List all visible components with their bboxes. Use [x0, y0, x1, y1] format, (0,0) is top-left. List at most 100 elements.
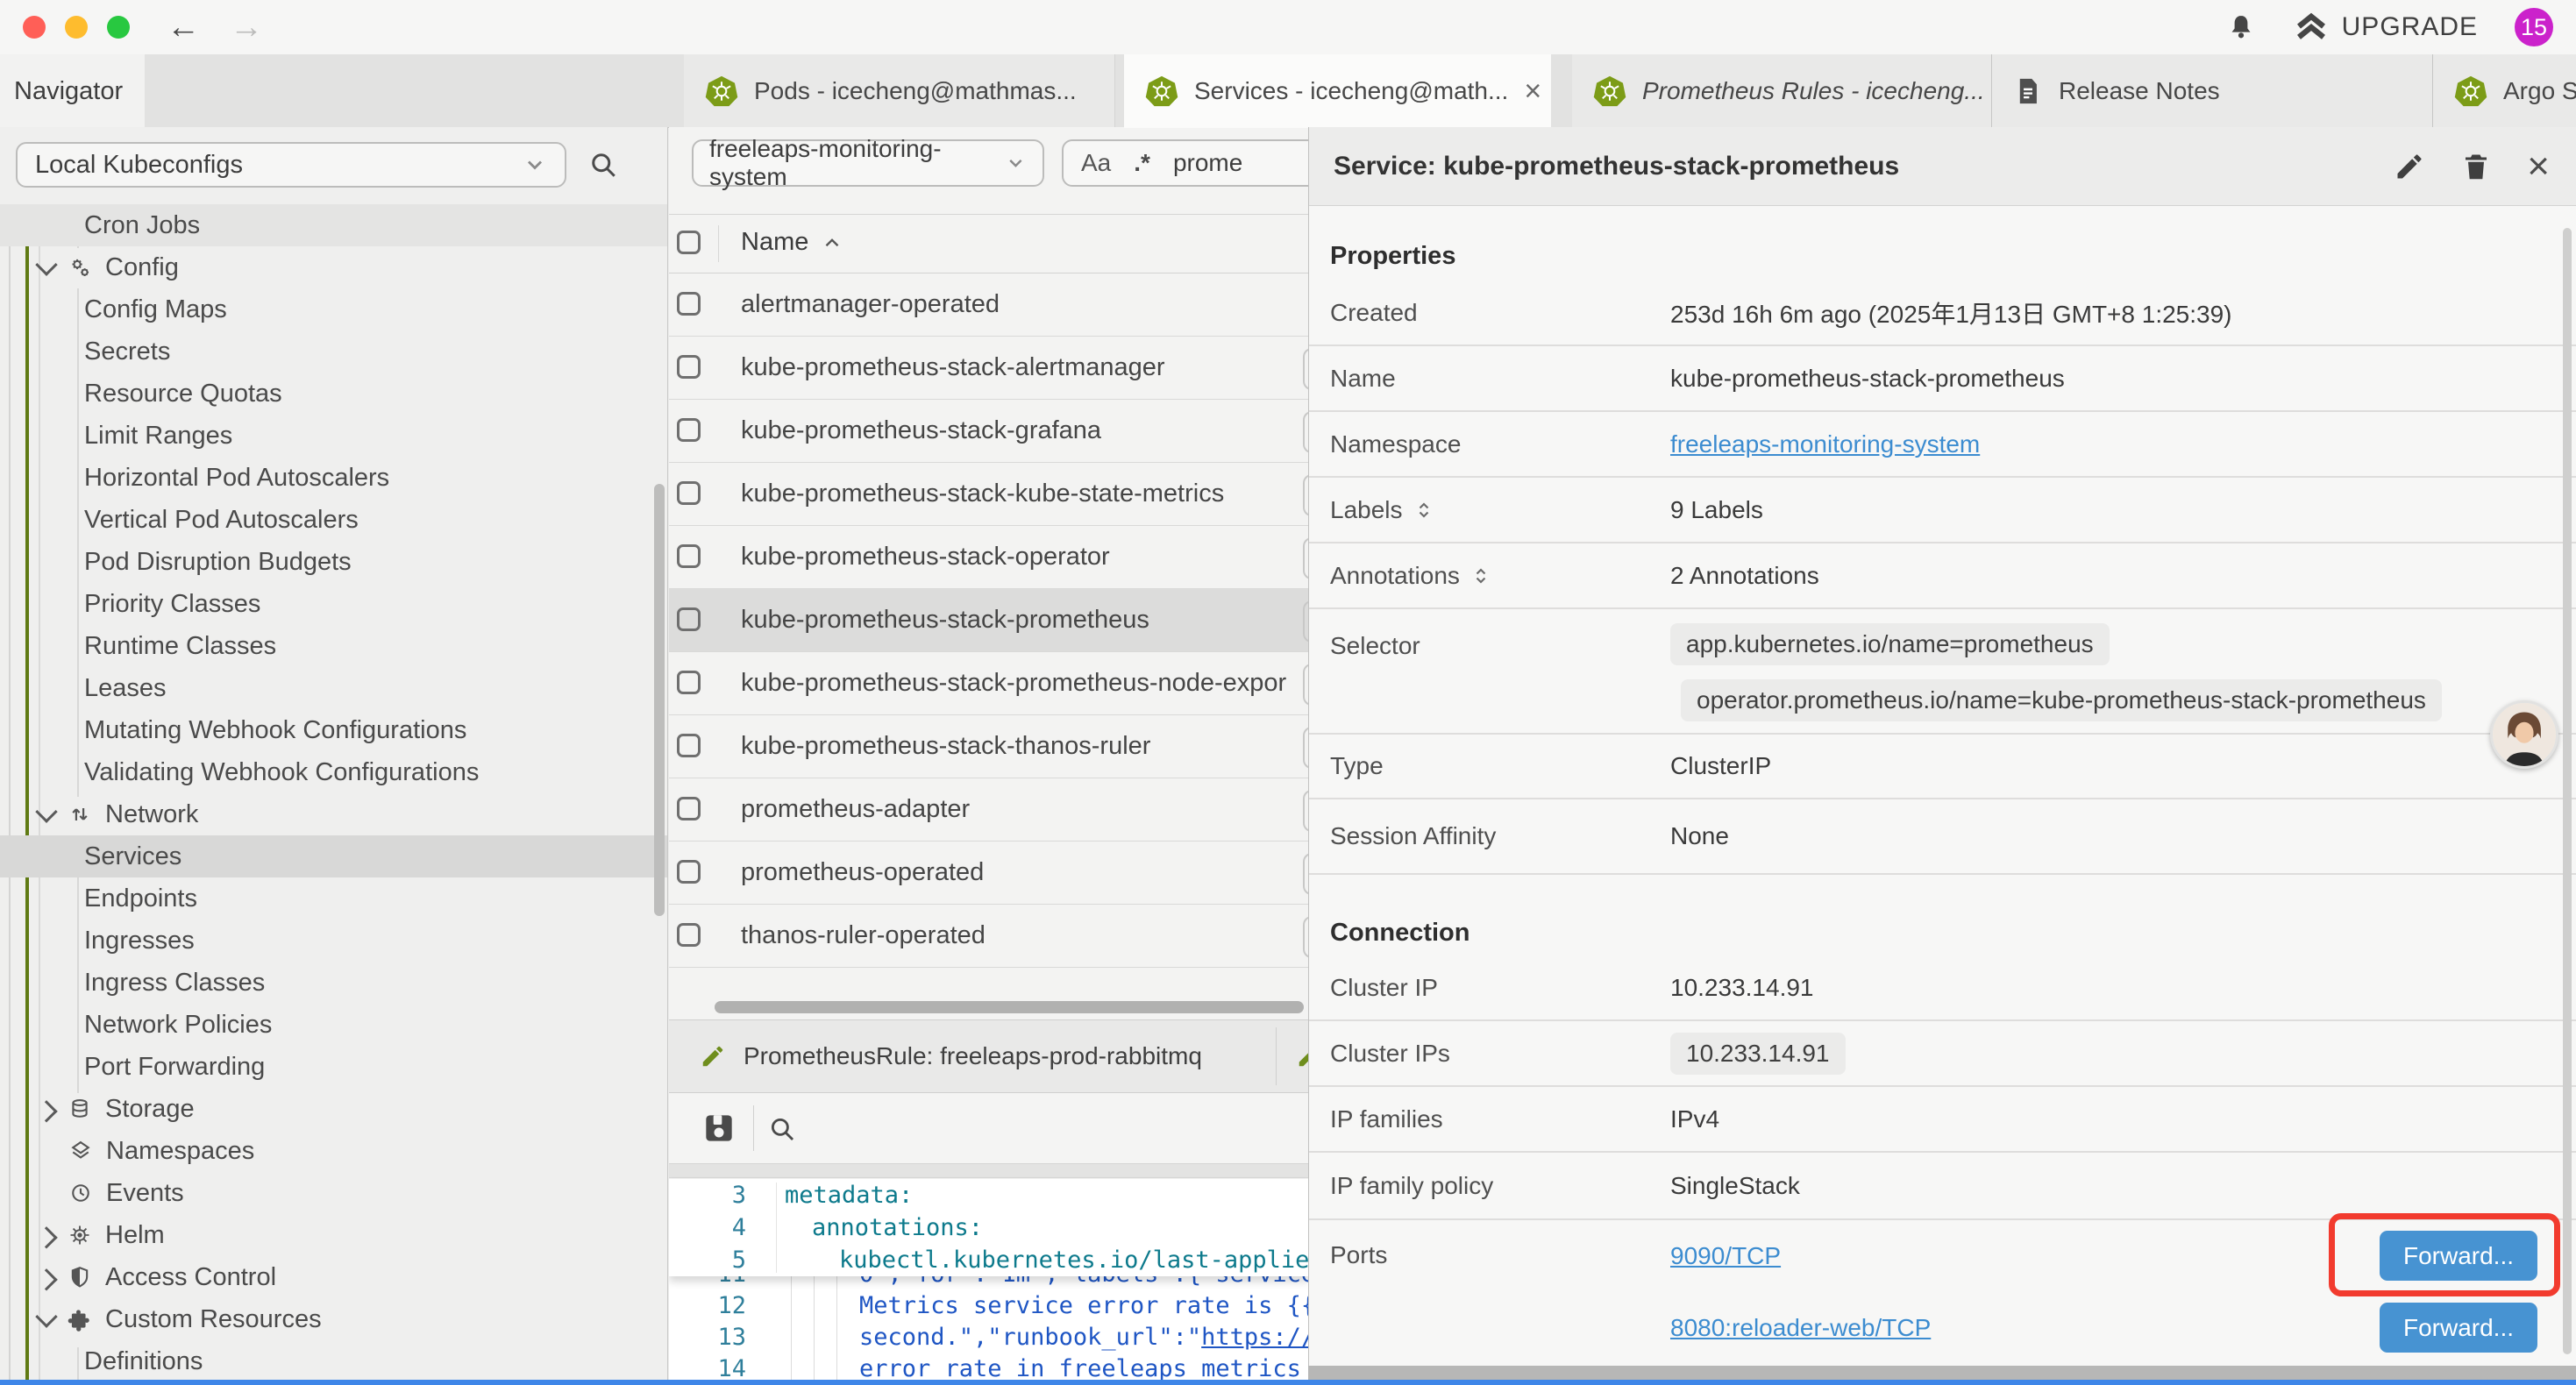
sidebar-item-ingresses[interactable]: Ingresses [0, 920, 667, 962]
forward-button[interactable]: Forward... [2380, 1303, 2537, 1353]
table-row[interactable]: kube-prometheus-stack-alertmanager [669, 337, 1308, 400]
port-link[interactable]: 8080:reloader-web/TCP [1670, 1314, 1931, 1342]
row-checkbox[interactable] [677, 544, 701, 568]
chevron-right-icon[interactable] [35, 1100, 57, 1122]
table-row-selected[interactable]: kube-prometheus-stack-prometheus [669, 589, 1308, 652]
notification-count-badge[interactable]: 15 [2515, 8, 2553, 46]
chevron-down-icon[interactable] [35, 1305, 57, 1327]
detail-panel-scrollbar[interactable] [2563, 228, 2572, 1354]
tab-release-notes[interactable]: Release Notes [1991, 54, 2432, 127]
case-sensitive-toggle[interactable]: Aa [1081, 149, 1111, 177]
chevron-right-icon[interactable] [35, 1268, 57, 1290]
chevron-right-icon[interactable] [35, 1226, 57, 1248]
sidebar-item-namespaces[interactable]: Namespaces [0, 1130, 667, 1172]
column-header-name[interactable]: Name [741, 228, 843, 257]
port-link[interactable]: 9090/TCP [1670, 1242, 1781, 1270]
regex-toggle[interactable]: .* [1134, 149, 1150, 177]
table-row[interactable]: thanos-ruler-operated [669, 905, 1308, 968]
sidebar-item-network-policies[interactable]: Network Policies [0, 1004, 667, 1046]
editor-tab-prometheusrule[interactable]: PrometheusRule: freeleaps-prod-rabbitmq [675, 1020, 1276, 1092]
close-tab-icon[interactable]: × [1524, 75, 1541, 109]
table-row[interactable]: prometheus-adapter [669, 778, 1308, 842]
tab-pods[interactable]: Pods - icecheng@mathmas... [684, 54, 1115, 127]
row-checkbox[interactable] [677, 481, 701, 505]
panel-bottom-scrollbar[interactable] [1308, 1366, 2576, 1380]
row-checkbox[interactable] [677, 734, 701, 757]
save-icon[interactable] [701, 1111, 737, 1146]
chevron-down-icon[interactable] [35, 253, 57, 275]
sidebar-item-cron-jobs[interactable]: Cron Jobs [0, 204, 667, 246]
sidebar-item-config[interactable]: Config [0, 246, 667, 288]
yaml-editor[interactable]: 3metadata: 4annotations: 5kubectl.kubern… [669, 1179, 1308, 1385]
chevron-down-icon[interactable] [35, 800, 57, 822]
table-row[interactable]: alertmanager-operated [669, 273, 1308, 337]
avatar[interactable] [2490, 700, 2558, 769]
row-checkbox[interactable] [677, 292, 701, 316]
table-row[interactable]: kube-prometheus-stack-prometheus-node-ex… [669, 652, 1308, 715]
sidebar-item-endpoints[interactable]: Endpoints [0, 877, 667, 920]
zoom-window-button[interactable] [107, 16, 130, 39]
sidebar-item-mutating-webhook-configurations[interactable]: Mutating Webhook Configurations [0, 709, 667, 751]
tab-services-active[interactable]: Services - icecheng@math... × [1124, 54, 1551, 128]
filter-input[interactable]: Aa .* prome [1062, 139, 1308, 187]
code-url-link[interactable]: https://net [1201, 1324, 1308, 1351]
tab-argo[interactable]: Argo Se [2432, 54, 2576, 127]
sidebar-item-network[interactable]: Network [0, 793, 667, 835]
row-checkbox[interactable] [677, 923, 701, 947]
row-checkbox[interactable] [677, 671, 701, 694]
sidebar-item-events[interactable]: Events [0, 1172, 667, 1214]
namespace-selector[interactable]: freeleaps-monitoring-system [692, 139, 1044, 187]
table-row[interactable]: kube-prometheus-stack-kube-state-metrics [669, 463, 1308, 526]
edit-pencil-icon[interactable] [2394, 151, 2425, 182]
sidebar-item-leases[interactable]: Leases [0, 667, 667, 709]
sidebar-item-vertical-pod-autoscalers[interactable]: Vertical Pod Autoscalers [0, 499, 667, 541]
expand-collapse-icon[interactable] [1470, 565, 1491, 586]
table-row[interactable]: kube-prometheus-stack-grafana [669, 400, 1308, 463]
forward-icon[interactable]: → [230, 9, 263, 46]
horizontal-scrollbar[interactable] [715, 1001, 1304, 1013]
back-icon[interactable]: ← [167, 9, 200, 46]
select-all-checkbox[interactable] [677, 231, 701, 254]
sidebar-item-config-maps[interactable]: Config Maps [0, 288, 667, 330]
kubeconfig-selector[interactable]: Local Kubeconfigs [16, 142, 566, 188]
row-checkbox[interactable] [677, 355, 701, 379]
trash-icon[interactable] [2460, 151, 2492, 182]
sidebar-item-priority-classes[interactable]: Priority Classes [0, 583, 667, 625]
editor-scroll-area[interactable]: 110","for":"1m","labels":{"service":" 12… [669, 1276, 1308, 1385]
bell-icon[interactable] [2226, 12, 2256, 42]
sidebar-scrollbar[interactable] [654, 484, 665, 916]
sidebar-item-helm[interactable]: Helm [0, 1214, 667, 1256]
sidebar-item-limit-ranges[interactable]: Limit Ranges [0, 415, 667, 457]
forward-button[interactable]: Forward... [2380, 1231, 2537, 1281]
sidebar-item-resource-quotas[interactable]: Resource Quotas [0, 373, 667, 415]
close-window-button[interactable] [23, 16, 46, 39]
sidebar-item-validating-webhook-configurations[interactable]: Validating Webhook Configurations [0, 751, 667, 793]
row-checkbox[interactable] [677, 607, 701, 631]
sidebar-item-port-forwarding[interactable]: Port Forwarding [0, 1046, 667, 1088]
minimize-window-button[interactable] [65, 16, 88, 39]
table-row[interactable]: kube-prometheus-stack-thanos-ruler [669, 715, 1308, 778]
sidebar-item-runtime-classes[interactable]: Runtime Classes [0, 625, 667, 667]
sidebar-item-horizontal-pod-autoscalers[interactable]: Horizontal Pod Autoscalers [0, 457, 667, 499]
editor-search-icon[interactable] [767, 1114, 797, 1144]
sidebar-item-secrets[interactable]: Secrets [0, 330, 667, 373]
row-checkbox[interactable] [677, 418, 701, 442]
close-panel-icon[interactable]: × [2527, 147, 2550, 186]
edit-pencil-icon[interactable] [1296, 1043, 1308, 1069]
sidebar-item-services[interactable]: Services [0, 835, 667, 877]
sidebar-item-storage[interactable]: Storage [0, 1088, 667, 1130]
sidebar-item-ingress-classes[interactable]: Ingress Classes [0, 962, 667, 1004]
row-checkbox[interactable] [677, 860, 701, 884]
table-row[interactable]: prometheus-operated [669, 842, 1308, 905]
search-icon[interactable] [587, 149, 619, 181]
sidebar-item-definitions[interactable]: Definitions [0, 1340, 667, 1382]
tab-prometheus-rules[interactable]: Prometheus Rules - icecheng... [1572, 54, 1991, 127]
sidebar-item-custom-resources[interactable]: Custom Resources [0, 1298, 667, 1340]
sidebar-item-pod-disruption-budgets[interactable]: Pod Disruption Budgets [0, 541, 667, 583]
upgrade-button[interactable]: UPGRADE [2293, 9, 2478, 46]
table-row[interactable]: kube-prometheus-stack-operator [669, 526, 1308, 589]
sidebar-item-access-control[interactable]: Access Control [0, 1256, 667, 1298]
navigator-pane-tab[interactable]: Navigator [0, 54, 145, 128]
namespace-link[interactable]: freeleaps-monitoring-system [1670, 430, 1980, 458]
expand-collapse-icon[interactable] [1413, 500, 1434, 521]
